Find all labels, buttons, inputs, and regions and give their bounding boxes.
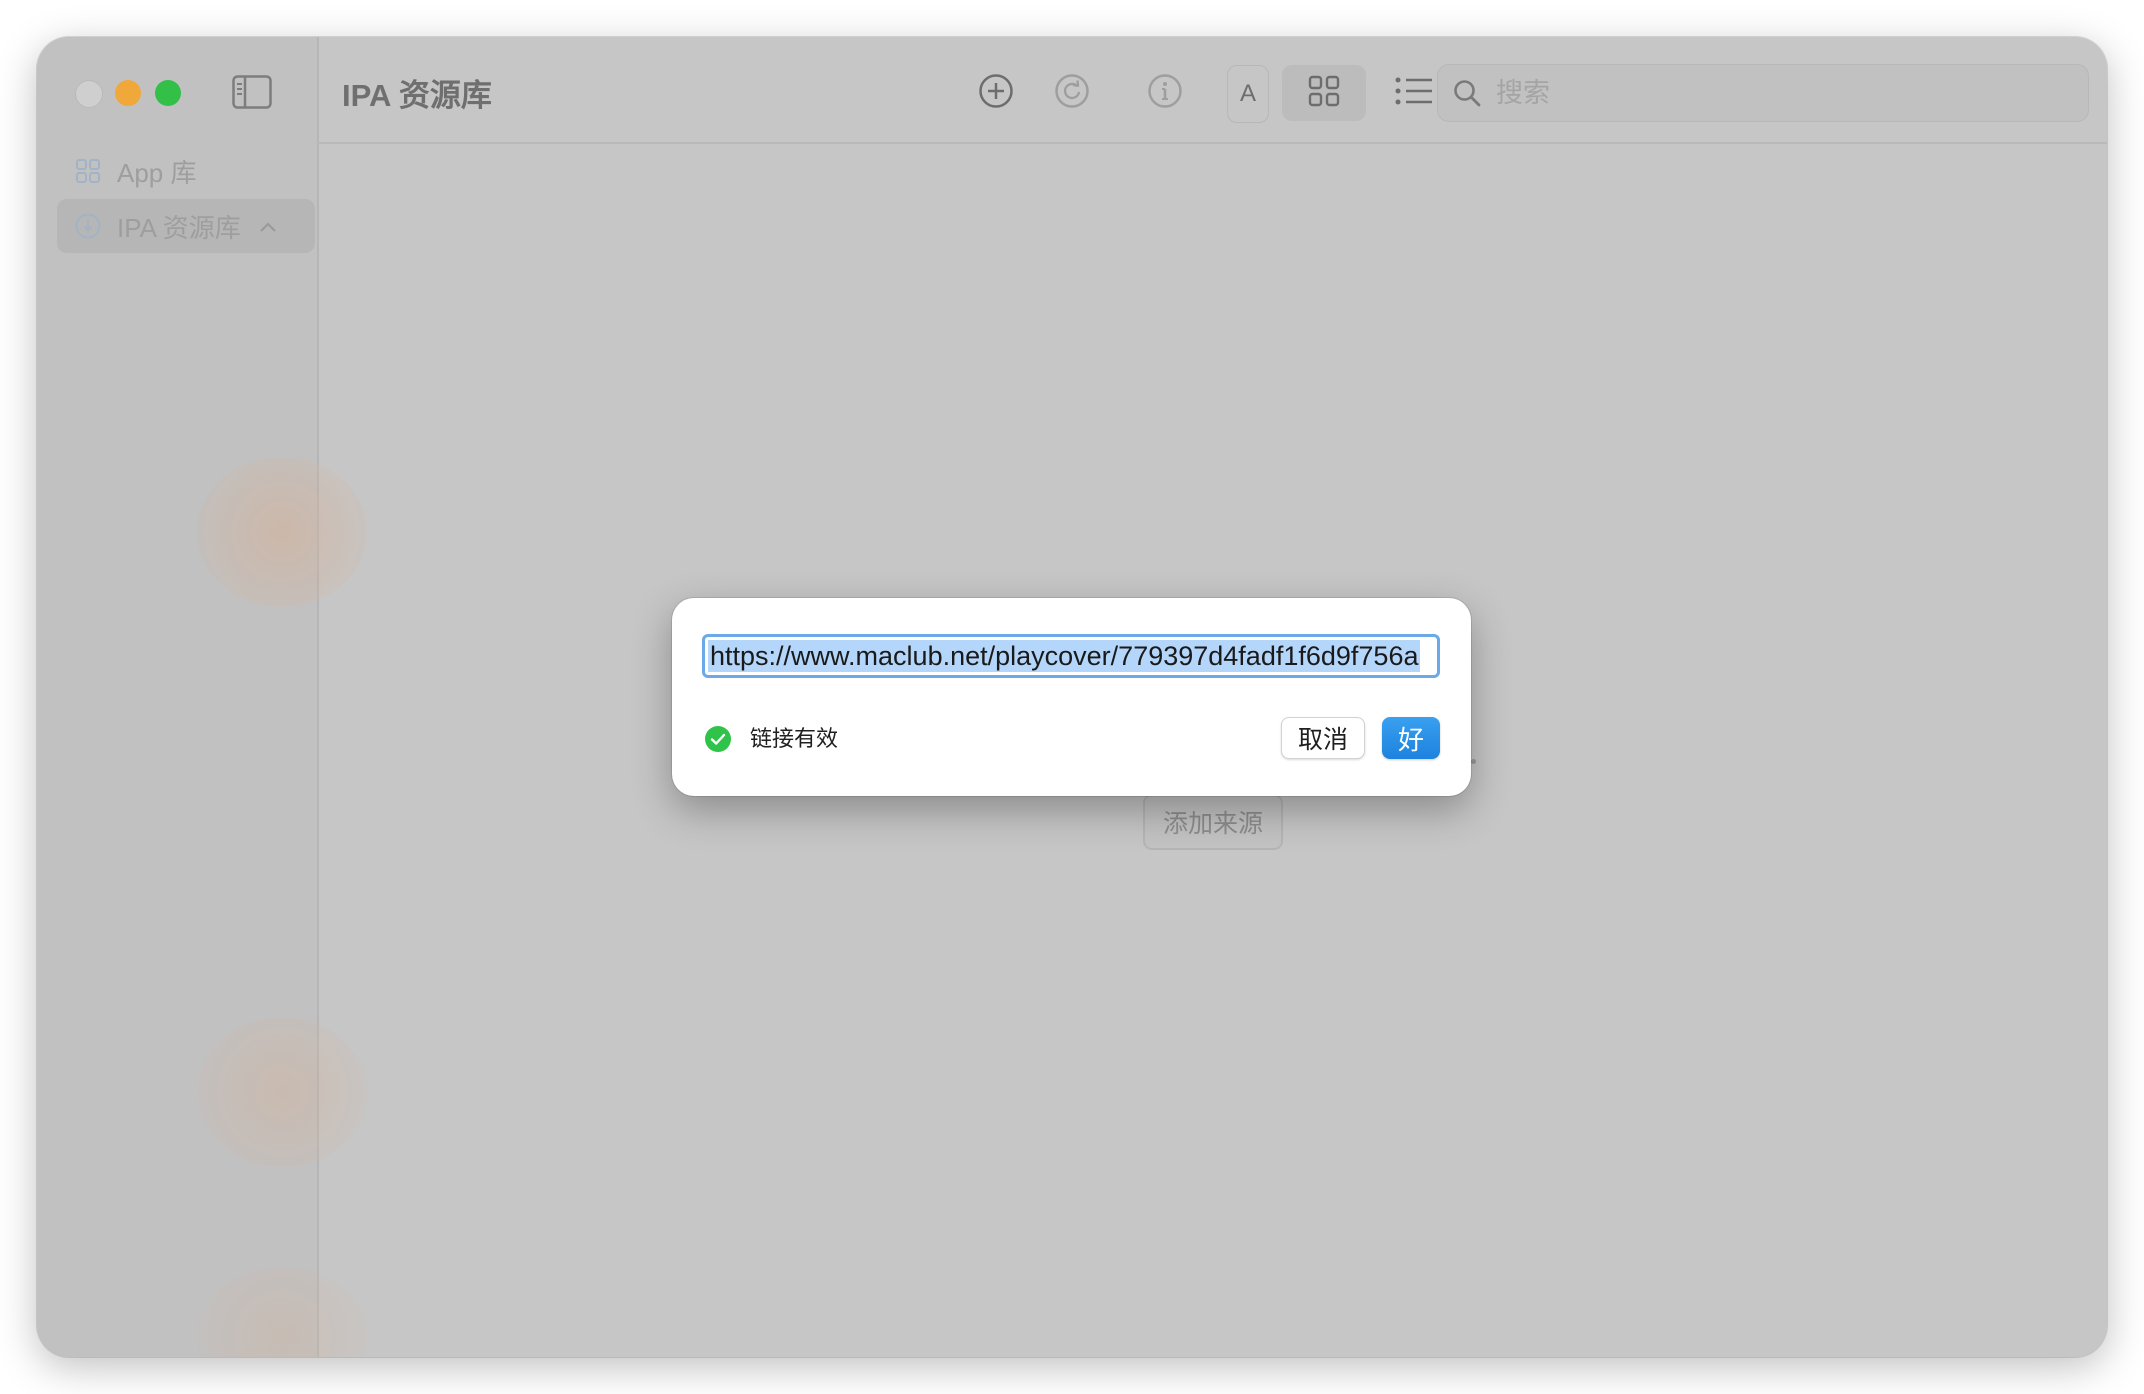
- info-icon: [1147, 73, 1183, 114]
- download-circle-icon: [75, 213, 101, 239]
- zoom-window-button[interactable]: [155, 80, 181, 106]
- add-source-dialog: https://www.maclub.net/playcover/779397d…: [672, 598, 1471, 796]
- sidebar-item-label: IPA 资源库: [117, 212, 241, 243]
- search-input[interactable]: [1494, 76, 2058, 110]
- sidebar: App 库 IPA 资源库: [37, 37, 367, 1357]
- list-view-icon: [1395, 77, 1433, 110]
- search-icon: [1452, 78, 1482, 108]
- refresh-icon: [1054, 73, 1090, 114]
- grid-view-button[interactable]: [1282, 65, 1366, 121]
- grid-view-icon: [1308, 75, 1340, 112]
- window-title: IPA 资源库: [342, 78, 492, 113]
- blurred-app-icon: [197, 1017, 367, 1167]
- validation-status-text: 链接有效: [750, 726, 839, 751]
- sidebar-toggle-icon[interactable]: [232, 75, 272, 109]
- sidebar-item-app-library[interactable]: App 库: [57, 144, 315, 198]
- ok-button[interactable]: 好: [1382, 717, 1440, 759]
- blurred-app-icon: [197, 1267, 367, 1357]
- url-input-value[interactable]: https://www.maclub.net/playcover/779397d…: [708, 640, 1421, 672]
- sidebar-item-ipa-library[interactable]: IPA 资源库: [57, 199, 315, 253]
- chevron-up-icon[interactable]: [259, 213, 277, 239]
- grid-icon: [75, 158, 101, 184]
- search-field[interactable]: [1437, 64, 2089, 122]
- sort-alpha-icon: A: [1239, 80, 1256, 107]
- blurred-app-icon: [197, 457, 367, 607]
- sidebar-item-label: App 库: [117, 157, 197, 188]
- checkmark-circle-icon: [705, 726, 731, 752]
- add-source-button[interactable]: 添加来源: [1143, 794, 1283, 850]
- add-button[interactable]: [968, 65, 1024, 121]
- separator-dot: [1471, 759, 1476, 764]
- info-button[interactable]: [1137, 65, 1193, 121]
- sort-button[interactable]: A: [1227, 65, 1269, 123]
- cancel-button[interactable]: 取消: [1281, 717, 1365, 759]
- url-input[interactable]: https://www.maclub.net/playcover/779397d…: [702, 634, 1440, 678]
- plus-circle-icon: [978, 73, 1014, 114]
- refresh-button[interactable]: [1044, 65, 1100, 121]
- toolbar: IPA 资源库 A 搜索: [319, 37, 2107, 144]
- close-window-button[interactable]: [75, 80, 103, 108]
- minimize-window-button[interactable]: [115, 80, 141, 106]
